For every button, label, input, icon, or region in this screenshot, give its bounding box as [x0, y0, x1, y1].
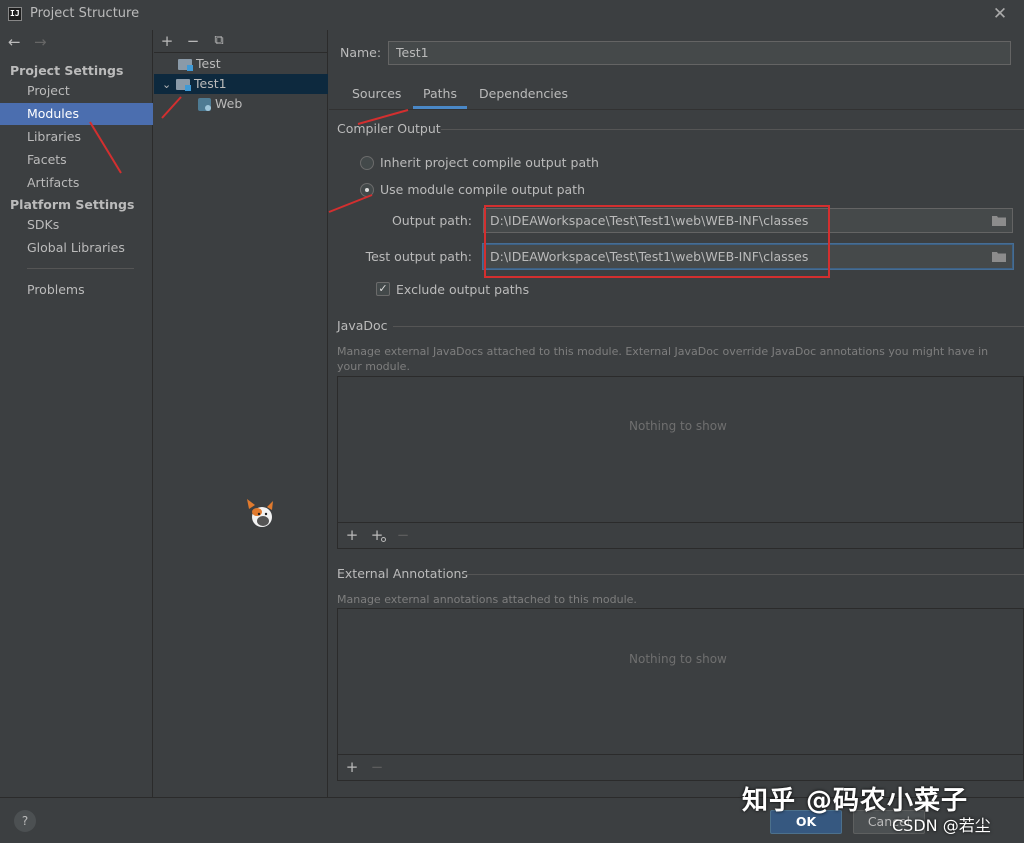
watermark-csdn: CSDN @若尘 — [892, 816, 991, 835]
arrow-to-modules — [89, 121, 122, 174]
arrow-to-paths-tab — [357, 109, 409, 125]
arrow-to-test1 — [161, 96, 182, 119]
annotation-arrows — [89, 96, 409, 213]
arrow-to-use-module-radio — [328, 194, 373, 213]
